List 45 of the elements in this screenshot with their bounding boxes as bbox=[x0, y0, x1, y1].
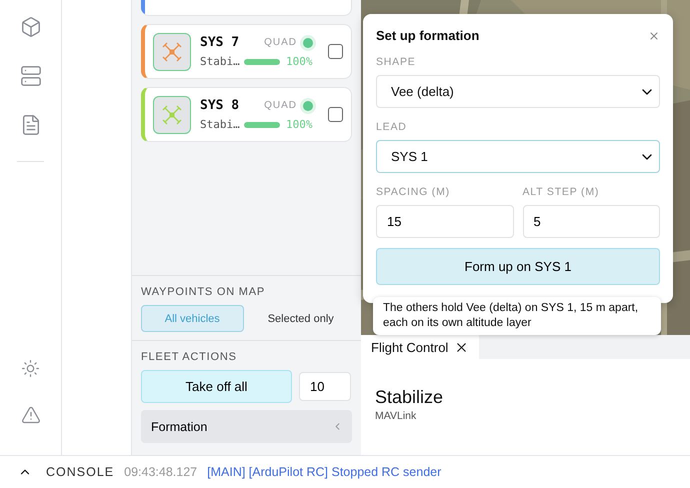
status-dot bbox=[303, 100, 313, 110]
battery-percent: 100% bbox=[286, 118, 312, 131]
vehicle-type: QUAD bbox=[264, 100, 297, 111]
form-up-button[interactable]: Form up on SYS 1 bbox=[376, 248, 660, 285]
status-dot bbox=[303, 38, 313, 48]
cube-icon[interactable] bbox=[20, 16, 42, 38]
section-label: FLEET ACTIONS bbox=[141, 351, 238, 363]
battery-bar bbox=[244, 58, 280, 64]
console-label: CONSOLE bbox=[46, 465, 114, 479]
spacing-input[interactable]: 15 bbox=[376, 205, 514, 238]
section-label: WAYPOINTS ON MAP bbox=[141, 286, 266, 298]
drone-icon bbox=[161, 40, 183, 62]
flight-mode: Stabilize bbox=[375, 387, 444, 408]
field-label: SHAPE bbox=[376, 56, 417, 68]
formation-toggle[interactable]: Formation bbox=[141, 410, 352, 443]
vehicle-card[interactable]: SYS 8 QUAD Stabi… 100% bbox=[141, 87, 352, 142]
drone-icon bbox=[161, 104, 183, 126]
vehicle-mode: Stabi… bbox=[200, 118, 238, 131]
field-label: ALT STEP (M) bbox=[522, 186, 600, 198]
tooltip: The others hold Vee (delta) on SYS 1, 15 m apart, each on its own altitude layer bbox=[373, 297, 661, 335]
vehicle-checkbox[interactable] bbox=[328, 44, 343, 59]
altitude-input[interactable]: 10 bbox=[299, 372, 351, 401]
vehicle-type: QUAD bbox=[264, 37, 297, 48]
field-label: SPACING (M) bbox=[376, 186, 451, 198]
mode-source: MAVLink bbox=[375, 410, 418, 422]
warning-icon[interactable] bbox=[20, 405, 40, 425]
take-off-button[interactable]: Take off all bbox=[141, 370, 292, 403]
server-icon[interactable] bbox=[20, 65, 42, 87]
lead-select[interactable]: SYS 1 bbox=[376, 140, 660, 173]
vehicle-name: SYS 7 bbox=[200, 35, 240, 50]
vehicle-checkbox[interactable] bbox=[328, 107, 343, 122]
battery-percent: 100% bbox=[286, 55, 312, 68]
toggle-option[interactable]: Selected only bbox=[250, 305, 352, 332]
sun-icon[interactable] bbox=[21, 359, 40, 378]
vehicle-name: SYS 8 bbox=[200, 98, 240, 113]
alt-step-input[interactable]: 5 bbox=[522, 205, 660, 238]
battery-bar bbox=[244, 122, 280, 128]
field-label: LEAD bbox=[376, 121, 408, 133]
console-message: [MAIN] [ArduPilot RC] Stopped RC sender bbox=[207, 465, 442, 479]
vehicle-card[interactable]: SYS 7 QUAD Stabi… 100% bbox=[141, 24, 352, 79]
dialog-title: Set up formation bbox=[376, 28, 480, 43]
vehicle-mode: Stabi… bbox=[200, 55, 238, 68]
panel-tab[interactable]: Flight Control bbox=[361, 335, 480, 359]
console-time: 09:43:48.127 bbox=[124, 465, 198, 479]
shape-select[interactable]: Vee (delta) bbox=[376, 75, 660, 108]
